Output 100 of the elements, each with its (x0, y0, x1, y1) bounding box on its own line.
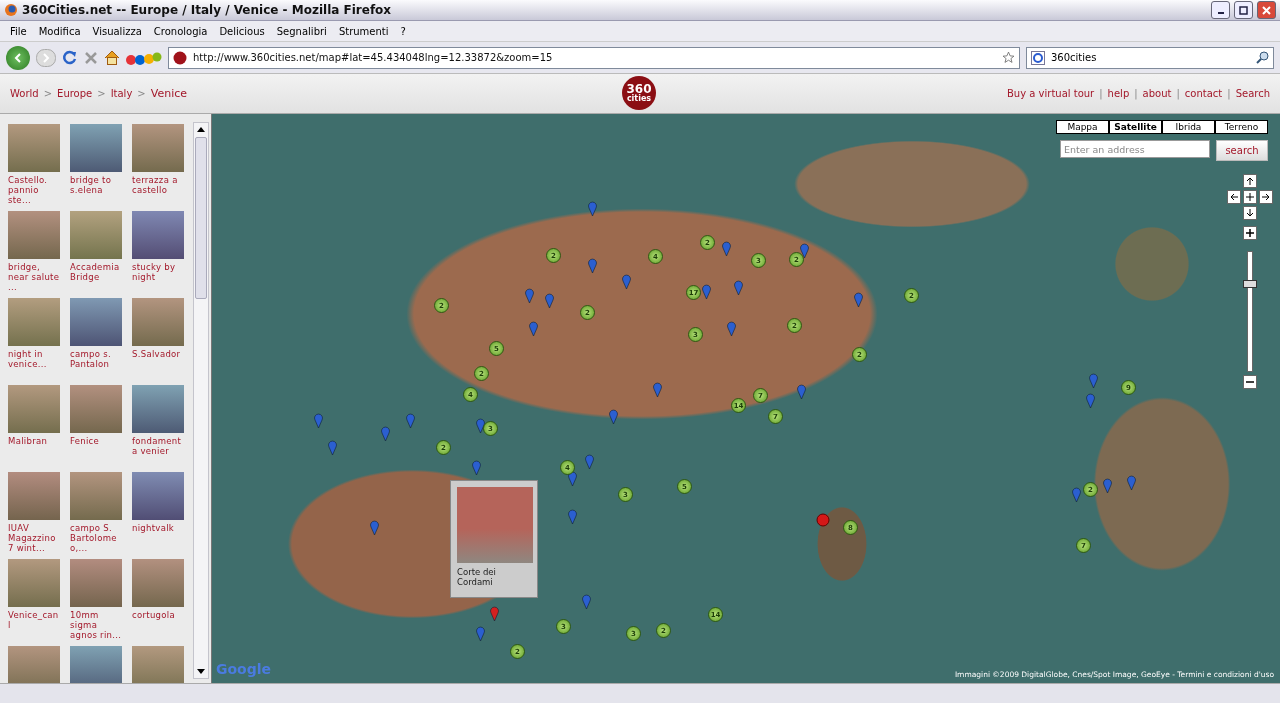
map-pin-icon[interactable] (653, 382, 662, 397)
nav-link[interactable]: Buy a virtual tour (1007, 88, 1095, 99)
menu-item[interactable]: Strumenti (332, 25, 395, 37)
panorama-thumbnail[interactable] (70, 124, 122, 172)
menu-item[interactable]: Delicious (213, 25, 271, 37)
map-pin-icon[interactable] (370, 520, 379, 535)
scroll-up-icon[interactable] (197, 126, 205, 132)
search-engine-icon[interactable] (1031, 50, 1045, 65)
map-pin-icon[interactable] (568, 471, 577, 486)
panorama-caption[interactable]: IUAV Magazzino7 wint... (8, 523, 60, 553)
panorama-thumbnail[interactable] (8, 472, 60, 520)
panorama-thumbnail[interactable] (70, 559, 122, 607)
panorama-caption[interactable]: Castello. pannio ste... (8, 175, 60, 205)
panorama-thumbnail[interactable] (132, 646, 184, 683)
map-pin-icon[interactable] (722, 241, 731, 256)
address-field[interactable]: Enter an address (1060, 140, 1210, 158)
close-button[interactable] (1257, 1, 1276, 19)
zoom-in-button[interactable] (1243, 226, 1257, 240)
panorama-caption[interactable]: Venice_can l (8, 610, 60, 630)
panorama-thumbnail[interactable] (8, 559, 60, 607)
panorama-thumbnail[interactable] (132, 559, 184, 607)
panorama-thumbnail[interactable] (132, 385, 184, 433)
breadcrumb-link[interactable]: Europe (57, 88, 93, 99)
menu-item[interactable]: Visualizza (86, 25, 148, 37)
panorama-thumbnail[interactable] (132, 298, 184, 346)
panorama-caption[interactable]: nightvalk (132, 523, 184, 533)
selected-pin-icon[interactable] (490, 606, 499, 621)
scrollbar-thumb[interactable] (195, 137, 207, 299)
stop-icon[interactable] (84, 50, 98, 65)
panorama-thumbnail[interactable] (70, 385, 122, 433)
map-pin-icon[interactable] (854, 292, 863, 307)
menu-item[interactable]: Segnalibri (270, 25, 333, 37)
back-button[interactable] (6, 45, 30, 70)
panorama-caption[interactable]: Accademia Bridge (70, 262, 122, 282)
map-pin-icon[interactable] (734, 280, 743, 295)
panorama-caption[interactable]: cortugola (132, 610, 184, 620)
panorama-caption[interactable]: night in venice... (8, 349, 60, 369)
panorama-thumbnail[interactable] (8, 646, 60, 683)
zoom-out-button[interactable] (1243, 375, 1257, 389)
map-type-button[interactable]: Ibrida (1162, 120, 1215, 134)
scroll-down-icon[interactable] (197, 669, 205, 675)
map-pin-icon[interactable] (588, 201, 597, 216)
map-pin-icon[interactable] (588, 258, 597, 273)
breadcrumb-link[interactable]: World (10, 88, 39, 99)
map-type-button[interactable]: Satellite (1109, 120, 1162, 134)
site-logo[interactable]: 360 cities (622, 76, 656, 110)
minimize-button[interactable] (1211, 1, 1230, 19)
panorama-thumbnail[interactable] (8, 124, 60, 172)
search-icon[interactable] (1256, 51, 1269, 64)
panorama-caption[interactable]: fondamenta venier (132, 436, 184, 456)
breadcrumb-link[interactable]: Italy (110, 88, 133, 99)
menu-item[interactable]: Modifica (32, 25, 87, 37)
pan-left-button[interactable] (1227, 190, 1241, 204)
menu-item[interactable]: ? (394, 25, 412, 37)
panorama-thumbnail[interactable] (8, 298, 60, 346)
scrollbar[interactable] (193, 122, 209, 679)
map-pin-icon[interactable] (797, 384, 806, 399)
pan-up-button[interactable] (1243, 174, 1257, 188)
map-pin-icon[interactable] (1103, 478, 1112, 493)
location-marker-icon[interactable] (816, 513, 830, 527)
map-pin-icon[interactable] (609, 409, 618, 424)
panorama-thumbnail[interactable] (132, 211, 184, 259)
panorama-caption[interactable]: campo S. Bartolomeo,... (70, 523, 122, 553)
map-pin-icon[interactable] (545, 293, 554, 308)
panorama-thumbnail[interactable] (132, 124, 184, 172)
panorama-caption[interactable]: campo s. Pantalon (70, 349, 122, 369)
popup-caption[interactable]: Corte dei Cordami (457, 567, 531, 587)
menu-item[interactable]: Cronologia (147, 25, 214, 37)
panorama-caption[interactable]: Fenice (70, 436, 122, 446)
map-type-button[interactable]: Terreno (1215, 120, 1268, 134)
panorama-thumbnail[interactable] (70, 646, 122, 683)
map-pin-icon[interactable] (800, 243, 809, 258)
map-pin-icon[interactable] (1127, 475, 1136, 490)
pan-center-button[interactable] (1243, 190, 1257, 204)
panorama-thumbnail[interactable] (8, 385, 60, 433)
breadcrumb-link[interactable]: Venice (150, 87, 187, 100)
maximize-button[interactable] (1234, 1, 1253, 19)
search-button[interactable]: search (1216, 140, 1268, 161)
map-pin-icon[interactable] (702, 284, 711, 299)
search-field[interactable]: 360cities (1026, 46, 1274, 69)
panorama-caption[interactable]: bridge to s.elena (70, 175, 122, 195)
panorama-caption[interactable]: stucky by night (132, 262, 184, 282)
map-pin-icon[interactable] (622, 274, 631, 289)
map-pin-icon[interactable] (525, 288, 534, 303)
menu-item[interactable]: File (4, 25, 33, 37)
forward-button[interactable] (36, 48, 56, 67)
map-pin-icon[interactable] (727, 321, 736, 336)
pan-down-button[interactable] (1243, 206, 1257, 220)
home-icon[interactable] (104, 50, 120, 65)
panorama-caption[interactable]: 10mm sigma agnos rin... (70, 610, 122, 640)
address-bar[interactable]: http://www.360cities.net/map#lat=45.434048lng=12.33872&zoom=15 (168, 46, 1020, 69)
panorama-thumbnail[interactable] (132, 472, 184, 520)
panorama-caption[interactable]: S.Salvador (132, 349, 184, 359)
panorama-caption[interactable]: bridge, near salute ... (8, 262, 60, 292)
panorama-caption[interactable]: Malibran (8, 436, 60, 446)
panorama-thumbnail[interactable] (70, 211, 122, 259)
star-icon[interactable] (1002, 51, 1015, 64)
pan-right-button[interactable] (1259, 190, 1273, 204)
map-pin-icon[interactable] (476, 418, 485, 433)
nav-link[interactable]: Search (1235, 88, 1270, 99)
